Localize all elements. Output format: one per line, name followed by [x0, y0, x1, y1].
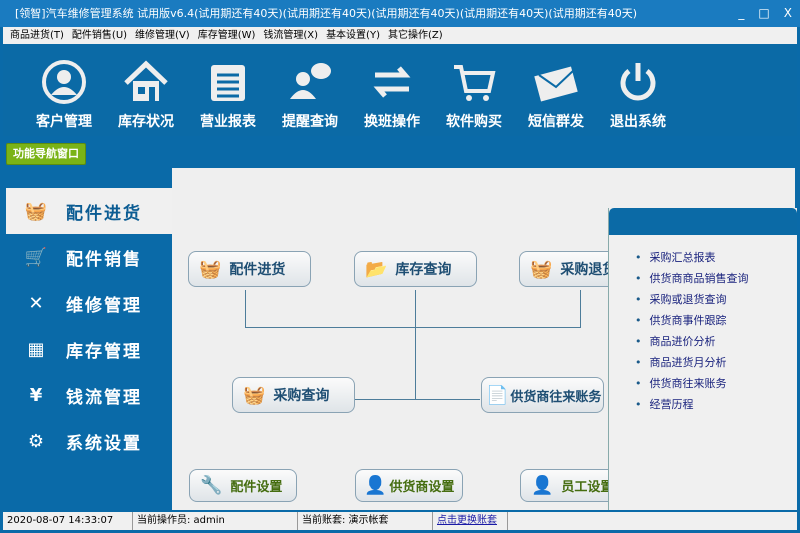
- tools-icon: ✕: [28, 292, 46, 314]
- gear-icon: ⚙: [27, 430, 47, 452]
- nav-window-button[interactable]: 功能导航窗口: [6, 143, 86, 165]
- folder-search-icon: 📂: [365, 258, 388, 280]
- notepad-icon: [211, 65, 245, 101]
- menu-bar: 商品进货(T) 配件销售(U) 维修管理(V) 库存管理(W) 钱流管理(X) …: [3, 27, 797, 44]
- tool-sms[interactable]: 短信群发: [515, 44, 597, 136]
- user-chat-icon: [290, 63, 331, 99]
- tool-reminder[interactable]: 提醒查询: [269, 44, 351, 136]
- window-title: [领智]汽车维修管理系统 试用版v6.4(试用期还有40天)(试用期还有40天)…: [15, 7, 637, 20]
- parts-setup-button[interactable]: 🔧 配件设置: [189, 469, 297, 502]
- user-circle-icon: [42, 60, 86, 104]
- panel-header: [609, 208, 797, 235]
- link-monthly-analysis[interactable]: 商品进货月分析: [635, 354, 797, 375]
- maximize-button[interactable]: □: [758, 0, 769, 27]
- sidebar-item-parts-in[interactable]: 🧺 配件进货: [6, 188, 172, 234]
- basket-search-icon: 🧺: [243, 384, 266, 406]
- home-icon: [124, 60, 168, 101]
- cart-icon: [454, 65, 496, 101]
- menu-inventory[interactable]: 库存管理(W): [198, 27, 256, 44]
- sidebar-item-inventory[interactable]: ▦ 库存管理: [6, 326, 172, 372]
- menu-goods-in[interactable]: 商品进货(T): [10, 27, 64, 44]
- tool-exit[interactable]: 退出系统: [597, 44, 679, 136]
- link-purchase-return-query[interactable]: 采购或退货查询: [635, 291, 797, 312]
- tool-shift[interactable]: 换班操作: [351, 44, 433, 136]
- basket-icon: 🧺: [199, 258, 222, 280]
- user-icon: 👤: [531, 475, 554, 496]
- sidebar-item-parts-sales[interactable]: 🛒 配件销售: [6, 234, 172, 280]
- user-gear-icon: 👤: [364, 475, 387, 496]
- purchase-query-button[interactable]: 🧺 采购查询: [232, 377, 355, 413]
- switch-account-link[interactable]: 点击更换账套: [433, 512, 508, 530]
- minimize-button[interactable]: _: [738, 0, 744, 27]
- sidebar-item-settings[interactable]: ⚙ 系统设置: [6, 418, 172, 464]
- stock-query-button[interactable]: 📂 库存查询: [354, 251, 477, 287]
- power-icon: [620, 63, 656, 101]
- document-icon: 📄: [486, 384, 509, 406]
- cart-icon: 🛒: [24, 246, 50, 268]
- menu-settings[interactable]: 基本设置(Y): [326, 27, 380, 44]
- status-datetime: 2020-08-07 14:33:07: [3, 512, 133, 530]
- menu-repair[interactable]: 维修管理(V): [135, 27, 190, 44]
- link-price-analysis[interactable]: 商品进价分析: [635, 333, 797, 354]
- link-business-history[interactable]: 经营历程: [635, 396, 797, 417]
- basket-icon: 🧺: [24, 200, 50, 222]
- link-supplier-accounts[interactable]: 供货商往来账务: [635, 375, 797, 396]
- status-account: 当前账套: 演示帐套: [298, 512, 433, 530]
- menu-other[interactable]: 其它操作(Z): [388, 27, 443, 44]
- link-supplier-sales[interactable]: 供货商商品销售查询: [635, 270, 797, 291]
- tool-report[interactable]: 营业报表: [187, 44, 269, 136]
- yen-icon: ¥: [29, 384, 45, 406]
- quick-links-panel: 采购汇总报表 供货商商品销售查询 采购或退货查询 供货商事件跟踪 商品进价分析 …: [608, 208, 797, 510]
- wrench-gear-icon: 🔧: [200, 475, 223, 496]
- parts-in-button[interactable]: 🧺 配件进货: [188, 251, 311, 287]
- status-operator: 当前操作员: admin: [133, 512, 298, 530]
- basket-icon: 🧺: [530, 258, 553, 280]
- swap-arrows-icon: [373, 66, 411, 98]
- grid-icon: ▦: [27, 338, 47, 360]
- supplier-setup-button[interactable]: 👤 供货商设置: [355, 469, 463, 502]
- sidebar-item-repair[interactable]: ✕ 维修管理: [6, 280, 172, 326]
- menu-parts-sales[interactable]: 配件销售(U): [72, 27, 127, 44]
- title-bar: [领智]汽车维修管理系统 试用版v6.4(试用期还有40天)(试用期还有40天)…: [0, 0, 800, 27]
- supplier-accounts-button[interactable]: 📄 供货商往来账务: [481, 377, 604, 413]
- tool-stock[interactable]: 库存状况: [105, 44, 187, 136]
- link-purchase-summary[interactable]: 采购汇总报表: [635, 249, 797, 270]
- toolbar: 客户管理 库存状况 营业报表 提醒查询 换班操作 软件购买 短信群发 退出系统: [3, 44, 797, 136]
- status-bar: 2020-08-07 14:33:07 当前操作员: admin 当前账套: 演…: [3, 512, 797, 530]
- link-supplier-events[interactable]: 供货商事件跟踪: [635, 312, 797, 333]
- close-button[interactable]: X: [784, 0, 792, 27]
- sidebar: 🧺 配件进货 🛒 配件销售 ✕ 维修管理 ▦ 库存管理 ¥ 钱流管理 ⚙ 系统设置: [6, 188, 172, 464]
- tool-buy[interactable]: 软件购买: [433, 44, 515, 136]
- envelope-icon: [534, 66, 578, 102]
- sidebar-item-cashflow[interactable]: ¥ 钱流管理: [6, 372, 172, 418]
- tool-customer[interactable]: 客户管理: [23, 44, 105, 136]
- menu-cashflow[interactable]: 钱流管理(X): [263, 27, 318, 44]
